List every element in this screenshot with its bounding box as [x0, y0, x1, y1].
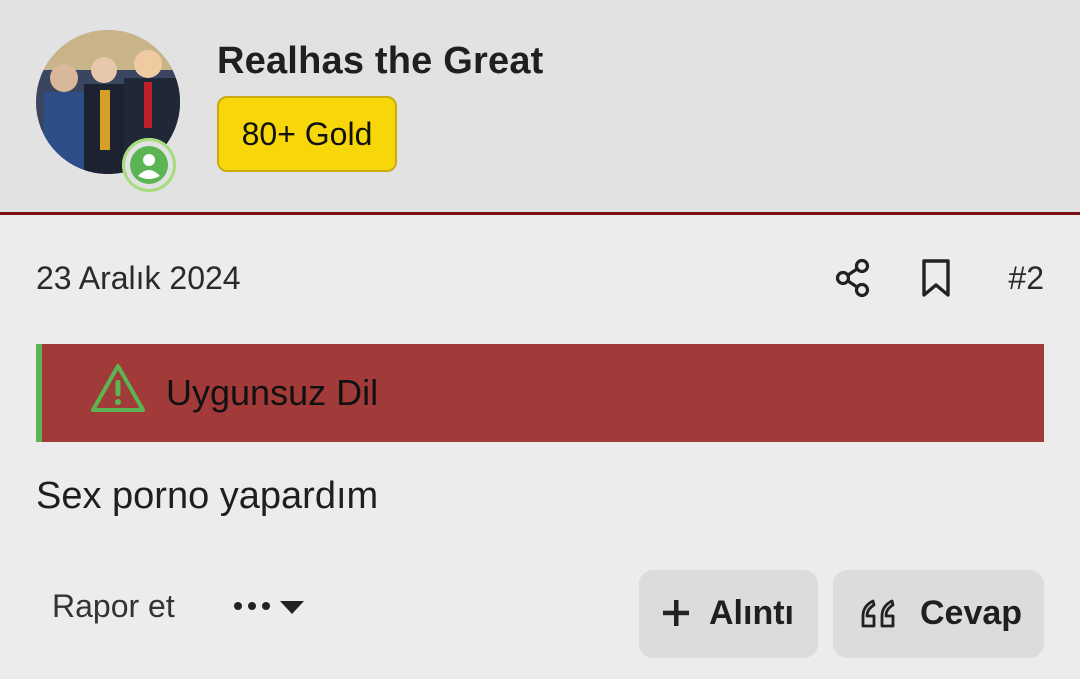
post-author-header: Realhas the Great 80+ Gold — [0, 0, 1080, 215]
post-date[interactable]: 23 Aralık 2024 — [36, 260, 241, 297]
more-options-button[interactable] — [232, 592, 308, 624]
plus-icon — [663, 600, 689, 626]
reply-button-label: Cevap — [920, 594, 1023, 632]
post-number[interactable]: #2 — [1008, 260, 1044, 297]
bookmark-icon[interactable] — [918, 258, 954, 298]
rank-badge: 80+ Gold — [217, 96, 397, 172]
report-link[interactable]: Rapor et — [52, 588, 175, 625]
reply-button[interactable]: Cevap — [833, 570, 1044, 658]
quote-button[interactable]: Alıntı — [639, 570, 818, 658]
share-icon[interactable] — [834, 258, 872, 298]
quote-button-label: Alıntı — [709, 594, 794, 632]
warning-label: Uygunsuz Dil — [166, 372, 379, 413]
post-body: Sex porno yapardım — [36, 475, 379, 517]
warning-triangle-icon — [90, 362, 146, 419]
user-circle-icon — [130, 146, 168, 184]
ellipsis-dropdown-icon — [234, 601, 304, 614]
online-status-badge — [122, 138, 176, 192]
username[interactable]: Realhas the Great — [217, 40, 544, 83]
content-warning-banner[interactable]: Uygunsuz Dil — [36, 344, 1044, 442]
quote-icon — [861, 599, 895, 628]
